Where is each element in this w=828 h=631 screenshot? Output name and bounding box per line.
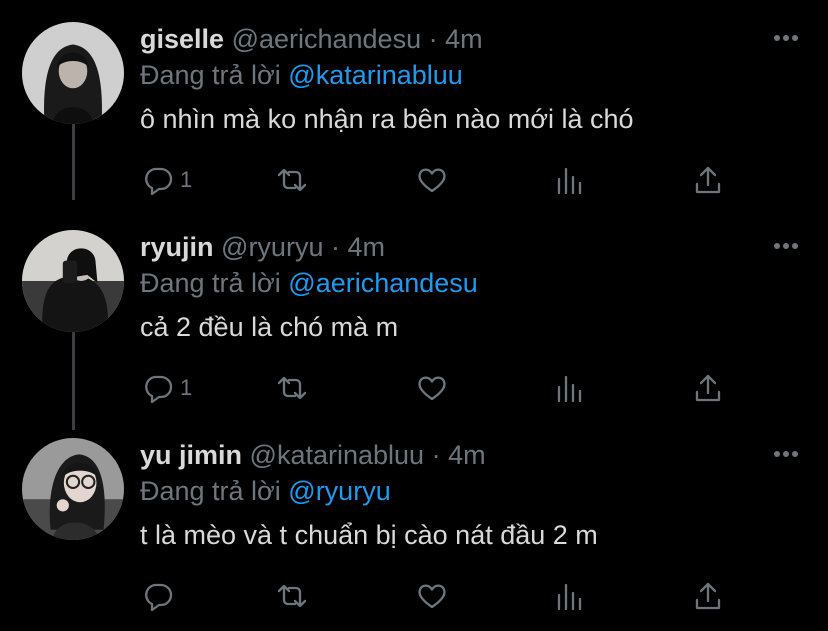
replying-to-mention[interactable]: @katarinabluu: [288, 60, 463, 90]
display-name[interactable]: ryujin: [140, 232, 214, 262]
avatar[interactable]: [22, 438, 124, 540]
retweet-icon: [277, 376, 307, 400]
reply-button[interactable]: [142, 576, 180, 616]
reply-icon: [145, 375, 173, 404]
analytics-icon: [557, 375, 582, 403]
user-handle[interactable]: @katarinabluu: [250, 440, 425, 470]
user-handle[interactable]: @ryuryu: [221, 232, 323, 262]
replying-to: Đang trả lời @katarinabluu: [140, 58, 463, 92]
analytics-icon: [557, 167, 582, 195]
display-name[interactable]: yu jimin: [140, 440, 242, 470]
timestamp[interactable]: 4m: [448, 440, 486, 470]
replying-to-label: Đang trả lời: [140, 60, 281, 90]
more-icon[interactable]: [772, 238, 800, 254]
reply-count: 1: [180, 167, 193, 192]
timestamp[interactable]: 4m: [348, 232, 386, 262]
share-button[interactable]: [692, 160, 724, 200]
share-icon: [695, 166, 721, 194]
display-name[interactable]: giselle: [140, 24, 224, 54]
user-handle[interactable]: @aerichandesu: [232, 24, 422, 54]
like-button[interactable]: [416, 368, 448, 408]
timestamp[interactable]: 4m: [445, 24, 483, 54]
retweet-button[interactable]: [276, 368, 308, 408]
share-button[interactable]: [692, 368, 724, 408]
separator-dot: ·: [330, 232, 340, 262]
replying-to: Đang trả lời @ryuryu: [140, 474, 391, 508]
replying-to-label: Đang trả lời: [140, 268, 281, 298]
like-icon: [418, 584, 446, 609]
replying-to: Đang trả lời @aerichandesu: [140, 266, 478, 300]
avatar[interactable]: [22, 22, 124, 124]
tweet[interactable]: giselle @aerichandesu · 4m Đang trả lời …: [0, 0, 828, 208]
reply-button[interactable]: 1: [142, 368, 192, 408]
reply-button[interactable]: 1: [142, 160, 192, 200]
tweet-text: t là mèo và t chuẩn bị cào nát đầu 2 m: [140, 520, 598, 550]
retweet-icon: [277, 168, 307, 192]
replying-to-mention[interactable]: @aerichandesu: [288, 268, 478, 298]
analytics-button[interactable]: [554, 576, 586, 616]
retweet-button[interactable]: [276, 576, 308, 616]
avatar-image: [22, 22, 124, 124]
tweet-actions: [0, 576, 828, 616]
like-button[interactable]: [416, 576, 448, 616]
tweet-actions: 1: [0, 368, 828, 408]
replying-to-mention[interactable]: @ryuryu: [288, 476, 390, 506]
tweet[interactable]: yu jimin @katarinabluu · 4m Đang trả lời…: [0, 416, 828, 631]
share-icon: [695, 374, 721, 402]
separator-dot: ·: [431, 440, 441, 470]
tweet-text: cả 2 đều là chó mà m: [140, 312, 399, 342]
reply-count: 1: [180, 375, 193, 400]
separator-dot: ·: [428, 24, 438, 54]
share-button[interactable]: [692, 576, 724, 616]
avatar-image: [22, 438, 124, 540]
tweet-text: ô nhìn mà ko nhận ra bên nào mới là chó: [140, 104, 634, 134]
replying-to-label: Đang trả lời: [140, 476, 281, 506]
analytics-button[interactable]: [554, 368, 586, 408]
retweet-icon: [277, 584, 307, 608]
tweet[interactable]: ryujin @ryuryu · 4m Đang trả lời @aerich…: [0, 208, 828, 416]
analytics-icon: [557, 583, 582, 611]
reply-icon: [145, 583, 173, 612]
retweet-button[interactable]: [276, 160, 308, 200]
like-icon: [418, 168, 446, 193]
like-icon: [418, 376, 446, 401]
avatar[interactable]: [22, 230, 124, 332]
avatar-image: [22, 230, 124, 332]
like-button[interactable]: [416, 160, 448, 200]
tweet-actions: 1: [0, 160, 828, 200]
more-icon[interactable]: [772, 446, 800, 462]
share-icon: [695, 582, 721, 610]
analytics-button[interactable]: [554, 160, 586, 200]
more-icon[interactable]: [772, 30, 800, 46]
reply-icon: [145, 167, 173, 196]
